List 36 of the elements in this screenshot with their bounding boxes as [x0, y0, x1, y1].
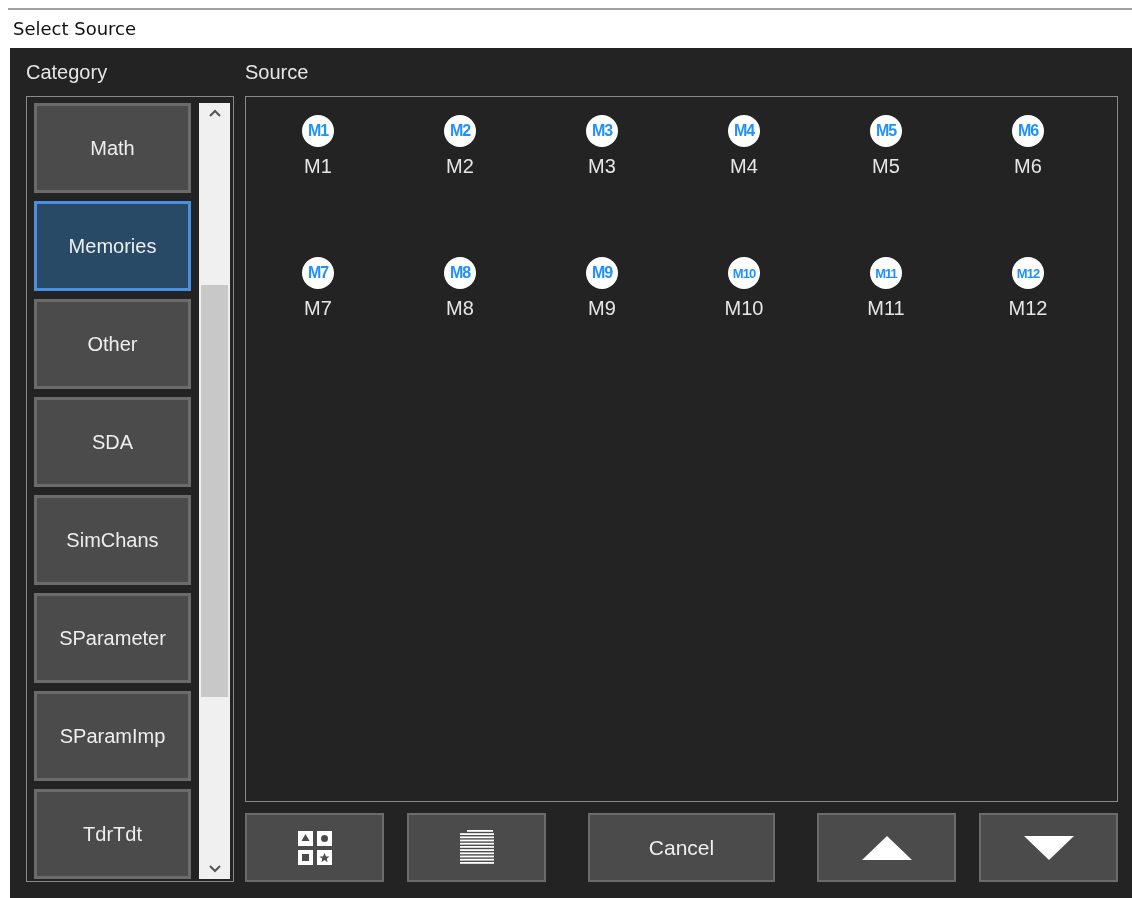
down-arrow-icon — [1023, 835, 1074, 860]
list-icon — [458, 829, 495, 866]
source-label[interactable]: M8 — [446, 297, 474, 320]
shapes-grid-icon — [296, 829, 333, 866]
source-label[interactable]: M3 — [588, 155, 616, 178]
category-button[interactable]: SParamImp — [34, 691, 191, 781]
scroll-down-icon[interactable] — [208, 865, 221, 873]
up-button[interactable] — [817, 813, 956, 882]
category-button[interactable]: Math — [34, 103, 191, 193]
category-button[interactable]: Memories — [34, 201, 191, 291]
cancel-button[interactable]: Cancel — [588, 813, 775, 882]
source-label[interactable]: M12 — [1008, 297, 1048, 320]
source-label[interactable]: M1 — [304, 155, 332, 178]
source-label[interactable]: M7 — [304, 297, 332, 320]
up-arrow-icon — [861, 835, 912, 860]
scroll-up-icon[interactable] — [208, 109, 221, 117]
category-heading: Category — [26, 60, 108, 85]
source-label[interactable]: M9 — [588, 297, 616, 320]
list-view-button[interactable] — [407, 813, 546, 882]
scroll-thumb[interactable] — [201, 285, 228, 697]
window-title: Select Source — [13, 18, 137, 40]
scrollbar[interactable] — [199, 103, 230, 879]
category-button[interactable]: TdrTdt — [34, 789, 191, 879]
category-button[interactable]: SDA — [34, 397, 191, 487]
source-label[interactable]: M4 — [730, 155, 758, 178]
source-label[interactable]: M5 — [872, 155, 900, 178]
source-label[interactable]: M2 — [446, 155, 474, 178]
source-label[interactable]: M6 — [1014, 155, 1042, 178]
icon-view-button[interactable] — [245, 813, 384, 882]
category-button[interactable]: SimChans — [34, 495, 191, 585]
source-label[interactable]: M10 — [724, 297, 764, 320]
category-button[interactable]: SParameter — [34, 593, 191, 683]
source-heading: Source — [245, 60, 309, 85]
down-button[interactable] — [979, 813, 1118, 882]
category-button[interactable]: Other — [34, 299, 191, 389]
source-label[interactable]: M11 — [867, 297, 905, 320]
